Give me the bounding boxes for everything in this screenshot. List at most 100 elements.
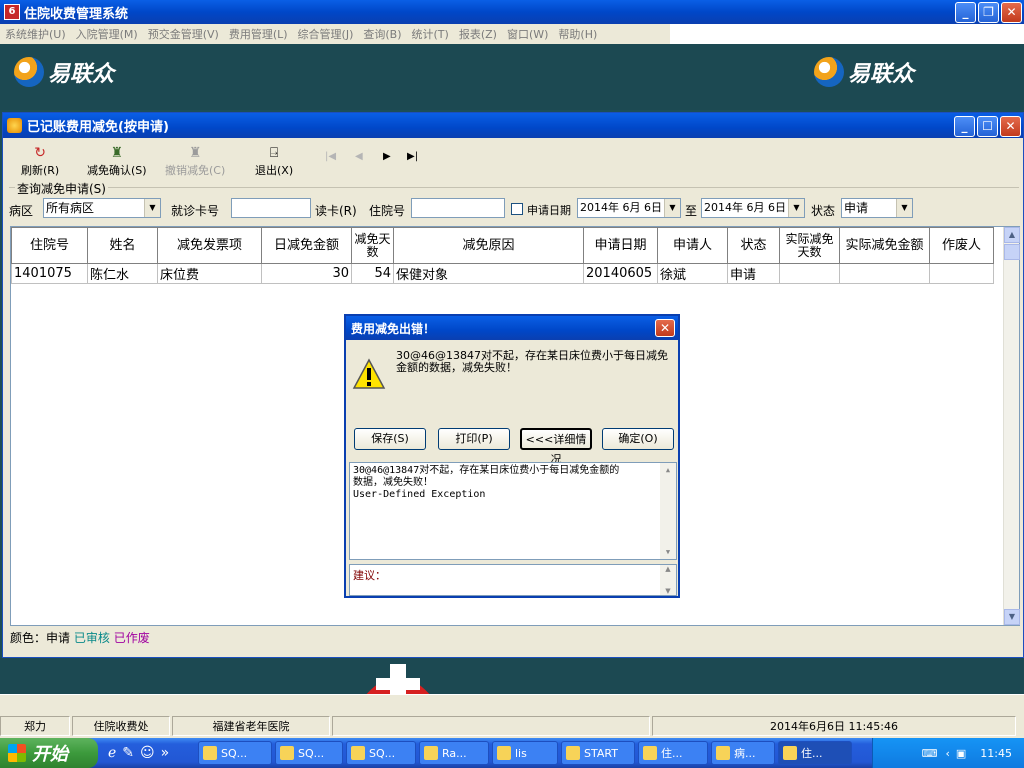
keyboard-icon[interactable]: ⌨ <box>922 747 938 760</box>
details-button[interactable]: <<<详细情况 <box>520 428 592 466</box>
status-select[interactable]: 申请 ▼ <box>841 198 913 218</box>
col-daily-amount[interactable]: 日减免金额 <box>261 227 352 264</box>
col-reason[interactable]: 减免原因 <box>393 227 584 264</box>
date-to-picker[interactable]: 2014年 6月 6日 ▼ <box>701 198 805 218</box>
read-card-button[interactable]: 读卡(R) <box>315 202 357 219</box>
cell-applicant[interactable]: 徐斌 <box>657 263 728 284</box>
tool-icon[interactable]: ✎ <box>122 745 134 761</box>
table-row[interactable]: 1401075 陈仁水 床位费 30 54 保健对象 20140605 徐斌 申… <box>11 263 994 284</box>
cell-days[interactable]: 54 <box>351 263 394 284</box>
chevron-down-icon[interactable]: ▼ <box>664 199 680 217</box>
nav-last-button[interactable]: ▶| <box>407 151 418 162</box>
col-name[interactable]: 姓名 <box>87 227 158 264</box>
confirm-reduction-button[interactable]: ♜ 减免确认(S) <box>87 145 147 178</box>
menu-system[interactable]: 系统维护(U) <box>0 26 71 42</box>
child-close-button[interactable]: ✕ <box>1000 116 1021 137</box>
ie-icon[interactable]: ℯ <box>108 745 116 761</box>
close-button[interactable]: ✕ <box>1001 2 1022 23</box>
task-zhu-1[interactable]: 住... <box>638 741 708 765</box>
menu-stats[interactable]: 统计(T) <box>407 26 454 42</box>
cancel-reduction-button[interactable]: ♜ 撤销减免(C) <box>165 145 225 178</box>
nav-prev-button[interactable]: ◀ <box>355 151 363 162</box>
menu-report[interactable]: 报表(Z) <box>454 26 502 42</box>
logo-mark-icon <box>814 57 844 87</box>
cell-actual-amount[interactable] <box>839 263 930 284</box>
windows-logo-icon <box>8 744 26 762</box>
menu-general[interactable]: 综合管理(J) <box>293 26 359 42</box>
ok-button[interactable]: 确定(O) <box>602 428 674 450</box>
menu-query[interactable]: 查询(B) <box>358 26 406 42</box>
dialog-close-button[interactable]: ✕ <box>655 319 675 337</box>
col-inpatient-no[interactable]: 住院号 <box>11 227 88 264</box>
task-zhu-2[interactable]: 住... <box>778 741 852 765</box>
menu-help[interactable]: 帮助(H) <box>553 26 602 42</box>
cell-invoice-item[interactable]: 床位费 <box>157 263 262 284</box>
date-from-picker[interactable]: 2014年 6月 6日 ▼ <box>577 198 681 218</box>
cell-name[interactable]: 陈仁水 <box>87 263 158 284</box>
suggest-scrollbar[interactable]: ▲ ▼ <box>660 565 676 595</box>
inpatient-number-input[interactable] <box>411 198 505 218</box>
menu-deposit[interactable]: 预交金管理(V) <box>143 26 224 42</box>
task-bing[interactable]: 病... <box>711 741 775 765</box>
col-actual-amount[interactable]: 实际减免金额 <box>839 227 930 264</box>
cell-actual-days[interactable] <box>779 263 840 284</box>
minimize-button[interactable]: _ <box>955 2 976 23</box>
col-invoice-item[interactable]: 减免发票项 <box>157 227 262 264</box>
cell-reason[interactable]: 保健对象 <box>393 263 584 284</box>
save-button[interactable]: 保存(S) <box>354 428 426 450</box>
col-apply-date[interactable]: 申请日期 <box>583 227 658 264</box>
cell-inpatient-no[interactable]: 1401075 <box>11 263 88 284</box>
menu-admission[interactable]: 入院管理(M) <box>71 26 143 42</box>
logo-left: 易联众 <box>14 56 114 88</box>
scroll-down-icon[interactable]: ▼ <box>660 587 676 595</box>
task-ra[interactable]: Ra... <box>419 741 489 765</box>
col-status[interactable]: 状态 <box>727 227 780 264</box>
detail-scrollbar[interactable]: ▲ ▼ <box>660 463 676 559</box>
chevron-down-icon[interactable]: ▼ <box>788 199 804 217</box>
cell-void-by[interactable] <box>929 263 994 284</box>
start-button[interactable]: 开始 <box>0 738 98 768</box>
col-actual-days[interactable]: 实际减免天数 <box>779 227 840 264</box>
expand-icon[interactable]: » <box>161 745 170 761</box>
restore-button[interactable]: ❐ <box>978 2 999 23</box>
ward-select[interactable]: 所有病区 ▼ <box>43 198 161 218</box>
cell-apply-date[interactable]: 20140605 <box>583 263 658 284</box>
scroll-up-icon[interactable]: ▲ <box>1004 227 1020 243</box>
nav-first-button[interactable]: |◀ <box>325 151 336 162</box>
col-days[interactable]: 减免天数 <box>351 227 394 264</box>
task-sq-2[interactable]: SQ... <box>275 741 343 765</box>
suggestion-textarea[interactable]: 建议： ▲ ▼ <box>349 564 677 596</box>
card-number-input[interactable] <box>231 198 311 218</box>
scroll-down-icon[interactable]: ▼ <box>660 545 676 559</box>
tray-expand-icon[interactable]: ‹ <box>945 747 949 760</box>
chevron-down-icon[interactable]: ▼ <box>144 199 160 217</box>
task-sq-1[interactable]: SQ... <box>198 741 272 765</box>
cell-daily-amount[interactable]: 30 <box>261 263 352 284</box>
task-sq-3[interactable]: SQ... <box>346 741 416 765</box>
child-maximize-button[interactable]: ☐ <box>977 116 998 137</box>
chat-icon[interactable]: ☺ <box>140 745 155 761</box>
exit-button[interactable]: ⍈ 退出(X) <box>255 145 293 178</box>
grid-scrollbar[interactable]: ▲ ▼ <box>1003 227 1020 625</box>
refresh-button[interactable]: ↻ 刷新(R) <box>21 145 59 178</box>
status-label: 状态 <box>811 204 836 218</box>
task-lis[interactable]: lis <box>492 741 558 765</box>
menu-fee[interactable]: 费用管理(L) <box>224 26 293 42</box>
chevron-down-icon[interactable]: ▼ <box>896 199 912 217</box>
menu-window[interactable]: 窗口(W) <box>502 26 553 42</box>
scroll-up-icon[interactable]: ▲ <box>660 463 676 477</box>
apply-date-checkbox[interactable] <box>511 203 523 215</box>
scroll-up-icon[interactable]: ▲ <box>660 565 676 573</box>
task-start[interactable]: START <box>561 741 635 765</box>
scroll-thumb[interactable] <box>1004 244 1020 260</box>
child-minimize-button[interactable]: _ <box>954 116 975 137</box>
scroll-down-icon[interactable]: ▼ <box>1004 609 1020 625</box>
col-void-by[interactable]: 作废人 <box>929 227 994 264</box>
error-detail-textarea[interactable]: 30@46@13847对不起，存在某日床位费小于每日减免金额的 数据，减免失败！… <box>349 462 677 560</box>
print-button[interactable]: 打印(P) <box>438 428 510 450</box>
network-icon[interactable]: ▣ <box>956 747 966 760</box>
cell-status[interactable]: 申请 <box>727 263 780 284</box>
task-label: START <box>584 746 618 760</box>
nav-next-button[interactable]: ▶ <box>383 151 391 162</box>
col-applicant[interactable]: 申请人 <box>657 227 728 264</box>
